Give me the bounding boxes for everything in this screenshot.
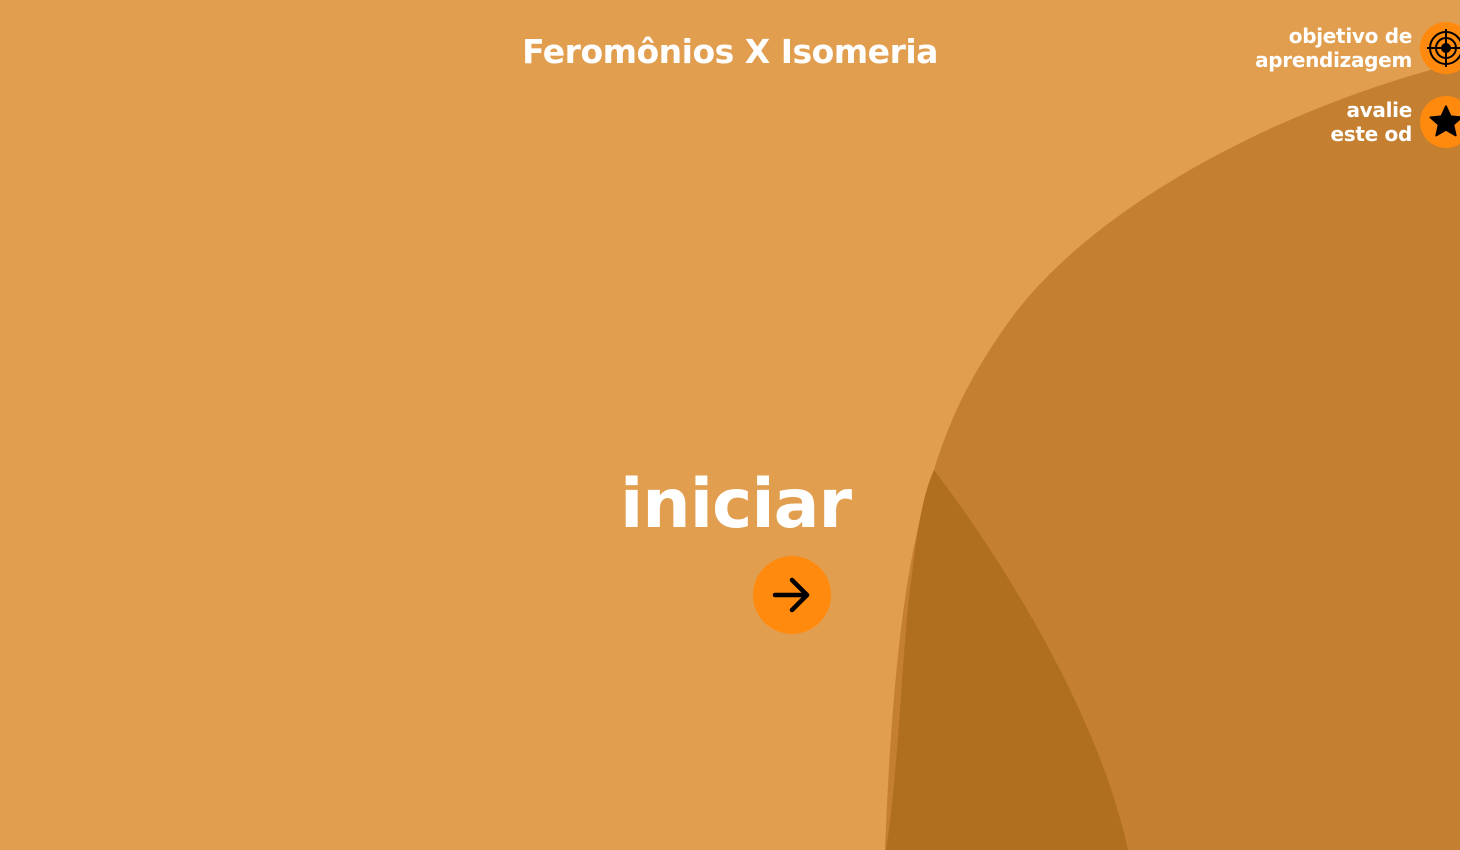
learning-objective-label-line2: aprendizagem (1255, 48, 1412, 72)
rate-od-label-line2: este od (1330, 122, 1412, 146)
learning-objective-button[interactable]: objetivo de aprendizagem (1255, 22, 1460, 74)
star-icon[interactable] (1420, 96, 1460, 148)
rate-od-label: avalie este od (1330, 98, 1412, 146)
start-screen: Feromônios X Isomeria objetivo de aprend… (0, 0, 1460, 850)
target-icon-graphic (1427, 29, 1460, 67)
page-title: Feromônios X Isomeria (522, 32, 938, 71)
arrow-right-icon (772, 577, 810, 613)
learning-objective-label: objetivo de aprendizagem (1255, 24, 1412, 72)
target-icon[interactable] (1420, 22, 1460, 74)
background-shapes (885, 62, 1460, 850)
star-icon-graphic (1429, 105, 1460, 137)
start-label: iniciar (620, 465, 852, 544)
rate-od-label-line1: avalie (1346, 98, 1412, 122)
learning-objective-label-line1: objetivo de (1288, 24, 1413, 48)
start-button[interactable] (753, 556, 831, 634)
rate-od-button[interactable]: avalie este od (1330, 96, 1460, 148)
